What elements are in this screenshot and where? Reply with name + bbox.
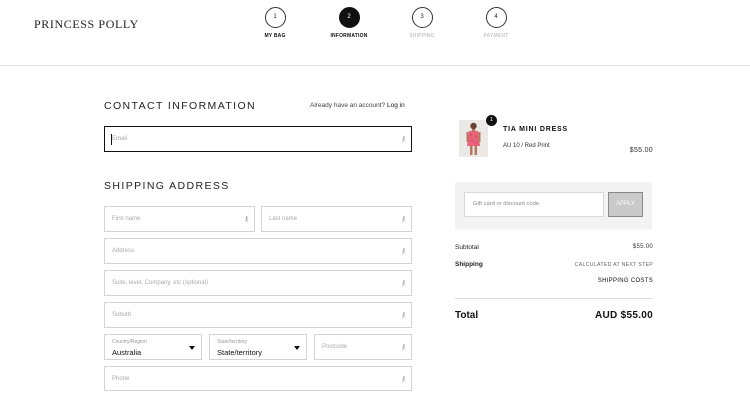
product-price: $55.00	[629, 147, 653, 154]
discount-panel: Gift card or discount code APPLY	[455, 182, 652, 229]
step-number: 2	[338, 7, 360, 28]
contact-title: CONTACT INFORMATION	[104, 100, 257, 112]
email-field[interactable]: Email ⚷	[104, 126, 412, 152]
discount-placeholder: Gift card or discount code	[473, 201, 540, 207]
first-name-placeholder: First name	[112, 216, 141, 222]
step-label: MY BAG	[264, 33, 286, 39]
step-my-bag[interactable]: 1 MY BAG	[240, 7, 310, 39]
email-placeholder: Email	[112, 136, 128, 142]
summary-divider	[455, 298, 653, 299]
postcode-placeholder: Postcode	[322, 344, 348, 350]
shipping-title: SHIPPING ADDRESS	[104, 180, 230, 192]
chevron-down-icon	[294, 346, 300, 350]
postcode-field[interactable]: Postcode ⚷	[314, 334, 412, 360]
last-name-field[interactable]: Last name ⚷	[261, 206, 412, 232]
state-select[interactable]: State/territory State/territory	[209, 334, 307, 360]
total-label: Total	[455, 310, 479, 321]
account-prompt: Already have an account? Log in	[310, 102, 405, 109]
autofill-key-icon[interactable]: ⚷	[401, 247, 406, 255]
shipping-value: CALCULATED AT NEXT STEP	[574, 262, 653, 268]
header: PRINCESS POLLY 1 MY BAG 2 INFORMATION 3 …	[0, 0, 750, 66]
login-link[interactable]: Log in	[387, 102, 405, 109]
autofill-key-icon[interactable]: ⚷	[401, 343, 406, 351]
autofill-key-icon[interactable]: ⚷	[401, 135, 406, 143]
step-payment: 4 PAYMENT	[461, 7, 531, 39]
shipping-costs: SHIPPING COSTS	[597, 278, 653, 284]
step-information[interactable]: 2 INFORMATION	[314, 7, 384, 39]
logo[interactable]: PRINCESS POLLY	[34, 17, 139, 32]
step-label: PAYMENT	[483, 33, 509, 39]
dress-figure-icon	[459, 120, 488, 157]
suite-field[interactable]: Suite, level, Company, etc (optional) ⚷	[104, 270, 412, 296]
step-number: 1	[264, 7, 286, 28]
autofill-key-icon[interactable]: ⚷	[401, 215, 406, 223]
account-prompt-text: Already have an account?	[310, 102, 386, 109]
product-variant: AU 10 / Red Print	[503, 143, 550, 149]
suburb-placeholder: Suburb	[112, 312, 132, 318]
first-name-field[interactable]: First name ⚷	[104, 206, 255, 232]
total-value: AUD $55.00	[594, 310, 653, 321]
phone-field[interactable]: Phone ⚷	[104, 366, 412, 391]
step-label: SHIPPING	[409, 33, 435, 39]
product-image	[459, 120, 488, 157]
subtotal-value: $55.00	[632, 244, 653, 250]
apply-button[interactable]: APPLY	[608, 192, 643, 217]
address-field[interactable]: Address ⚷	[104, 238, 412, 264]
autofill-key-icon[interactable]: ⚷	[401, 279, 406, 287]
autofill-key-icon[interactable]: ⚷	[401, 311, 406, 319]
step-number: 3	[411, 7, 433, 28]
step-number: 4	[485, 7, 507, 28]
product-name: TIA MINI DRESS	[503, 126, 568, 133]
quantity-badge: 1	[486, 115, 497, 126]
autofill-key-icon[interactable]: ⚷	[401, 375, 406, 383]
phone-placeholder: Phone	[112, 375, 130, 382]
step-shipping: 3 SHIPPING	[387, 7, 457, 39]
autofill-key-icon[interactable]: ⚷	[244, 215, 249, 223]
chevron-down-icon	[189, 346, 195, 350]
address-placeholder: Address	[112, 248, 135, 254]
state-label: State/territory	[217, 339, 248, 345]
shipping-label: Shipping	[455, 261, 483, 268]
country-label: Country/Region	[112, 339, 147, 345]
subtotal-label: Subtotal	[455, 244, 479, 251]
suite-placeholder: Suite, level, Company, etc (optional)	[112, 280, 208, 286]
state-value: State/territory	[217, 348, 263, 357]
discount-code-input[interactable]: Gift card or discount code	[464, 192, 604, 217]
country-select[interactable]: Country/Region Australia	[104, 334, 202, 360]
step-label: INFORMATION	[330, 33, 368, 39]
last-name-placeholder: Last name	[269, 216, 298, 222]
suburb-field[interactable]: Suburb ⚷	[104, 302, 412, 328]
country-value: Australia	[112, 348, 142, 357]
